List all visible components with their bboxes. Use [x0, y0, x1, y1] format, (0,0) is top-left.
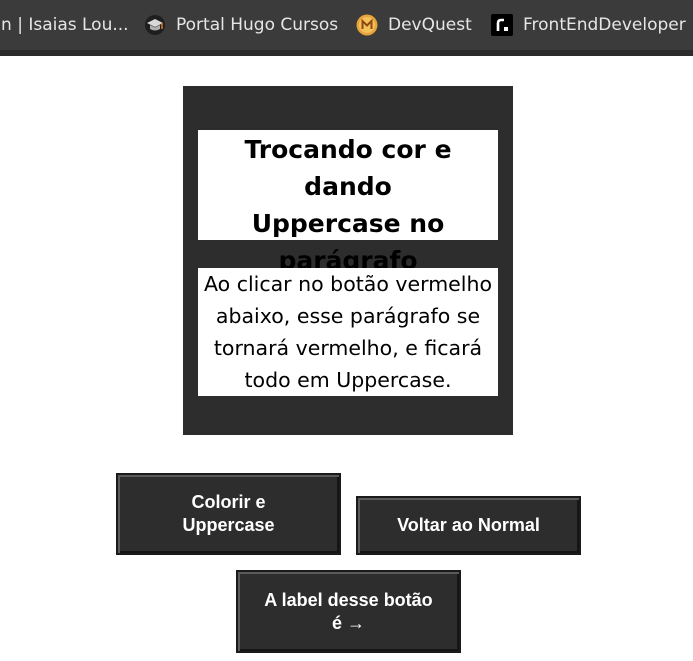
graduation-cap-icon	[144, 14, 166, 36]
bookmark-label: DevQuest	[388, 15, 472, 35]
bookmark-label: In | Isaias Lou...	[0, 15, 129, 35]
devquest-logo-icon	[356, 14, 378, 36]
button-label-line: é →	[331, 612, 365, 633]
button-label-line: Colorir e	[191, 492, 266, 512]
card-paragraph-line: Ao clicar no botão vermelho	[203, 272, 493, 296]
card-title-line: Trocando cor e dando	[244, 135, 452, 201]
bookmark-portal-hugo-cursos[interactable]: Portal Hugo Cursos	[144, 0, 338, 50]
card-title: Trocando cor e dando Uppercase no parágr…	[198, 130, 498, 275]
button-label: Voltar ao Normal	[397, 515, 540, 535]
bookmarks-bar: In | Isaias Lou... Portal Hugo Cursos De…	[0, 0, 693, 56]
voltar-ao-normal-button[interactable]: Voltar ao Normal	[356, 496, 581, 555]
card-title-line: Uppercase no	[251, 209, 445, 238]
card-paragraph-line: todo em Uppercase.	[244, 368, 452, 392]
button-label-line: A label desse botão	[264, 589, 433, 610]
frontend-logo-icon	[491, 14, 513, 36]
bookmark-linkedin[interactable]: In | Isaias Lou...	[0, 0, 129, 50]
bookmark-label: FrontEndDeveloper	[523, 15, 686, 35]
bookmark-frontend-developer[interactable]: FrontEndDeveloper	[491, 0, 686, 50]
content-card: Trocando cor e dando Uppercase no parágr…	[183, 86, 513, 435]
bookmark-devquest[interactable]: DevQuest	[356, 0, 472, 50]
label-button[interactable]: A label desse botão é →	[236, 570, 461, 653]
card-paragraph-line: tornará vermelho, e ficará	[213, 336, 483, 360]
card-paragraph-line: abaixo, esse parágrafo se	[215, 304, 481, 328]
card-paragraph: Ao clicar no botão vermelho abaixo, esse…	[198, 268, 498, 396]
colorir-uppercase-button[interactable]: Colorir e Uppercase	[116, 473, 341, 555]
bookmark-label: Portal Hugo Cursos	[176, 15, 339, 35]
button-label-line: Uppercase	[182, 515, 275, 535]
